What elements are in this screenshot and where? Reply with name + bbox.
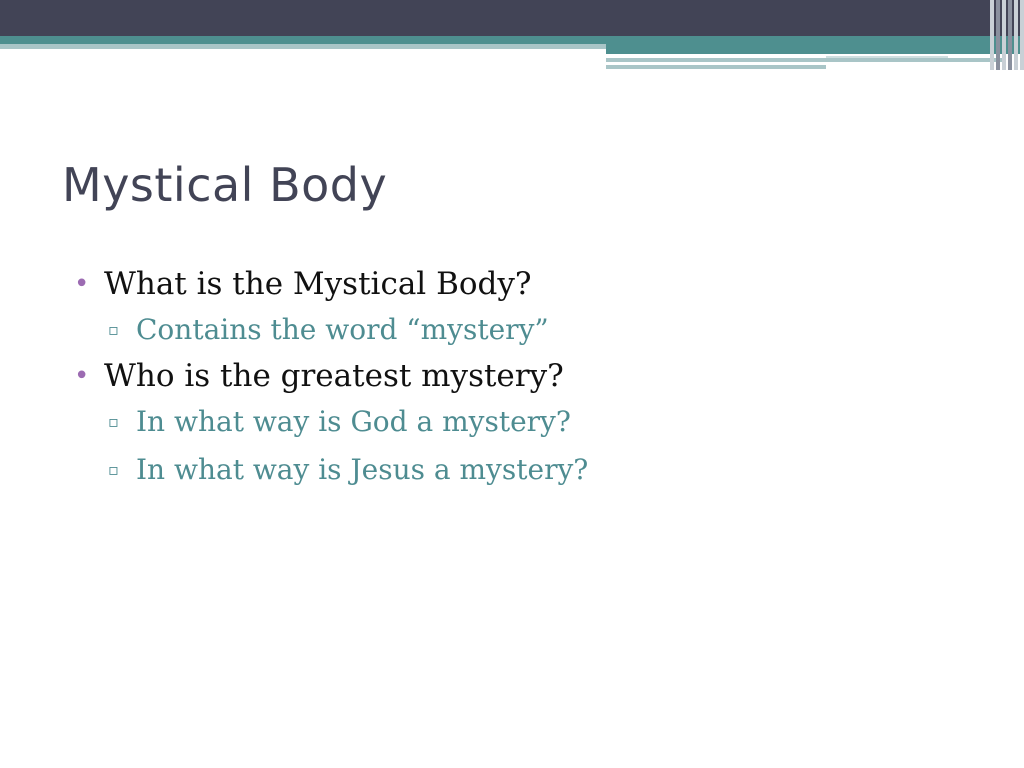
slide: Mystical Body • What is the Mystical Bod… xyxy=(0,0,1024,768)
square-bullet-icon: ▫ xyxy=(108,320,119,339)
bullet-list: • What is the Mystical Body? ▫ Contains … xyxy=(74,262,974,494)
sub-bullet-text: In what way is Jesus a mystery? xyxy=(136,453,589,486)
square-bullet-icon: ▫ xyxy=(108,412,119,431)
header-band-teal xyxy=(0,36,1024,44)
header-band-step xyxy=(606,44,1024,54)
header-band-light xyxy=(0,44,606,49)
bullet-text: What is the Mystical Body? xyxy=(104,266,532,302)
header-accent-line xyxy=(826,56,948,58)
header-accent-line xyxy=(606,65,826,69)
bullet-item: • Who is the greatest mystery? xyxy=(74,354,974,398)
header-accent-line xyxy=(606,58,1006,62)
sub-bullet-text: In what way is God a mystery? xyxy=(136,405,571,438)
sub-bullet-text: Contains the word “mystery” xyxy=(136,313,549,346)
sub-bullet-item: ▫ In what way is Jesus a mystery? xyxy=(74,446,974,494)
sub-bullet-item: ▫ In what way is God a mystery? xyxy=(74,398,974,446)
square-bullet-icon: ▫ xyxy=(108,460,119,479)
bullet-dot-icon: • xyxy=(74,361,90,391)
sub-bullet-item: ▫ Contains the word “mystery” xyxy=(74,306,974,354)
bullet-dot-icon: • xyxy=(74,269,90,299)
header-band-dark xyxy=(0,0,1024,36)
bullet-text: Who is the greatest mystery? xyxy=(104,358,564,394)
bullet-item: • What is the Mystical Body? xyxy=(74,262,974,306)
header-stripes xyxy=(990,0,1024,70)
slide-title: Mystical Body xyxy=(62,158,388,212)
